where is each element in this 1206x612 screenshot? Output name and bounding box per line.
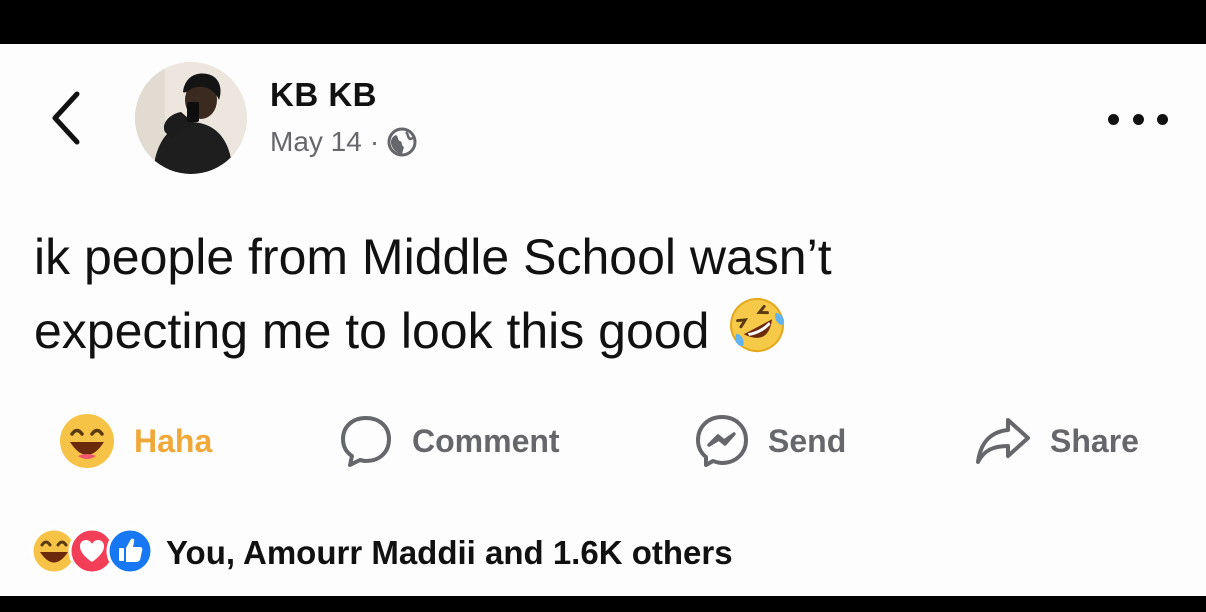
more-dot-icon — [1157, 113, 1168, 125]
share-button[interactable]: Share — [974, 410, 1139, 472]
chevron-left-icon — [52, 91, 80, 145]
reaction-icons — [30, 527, 154, 580]
post-text-line-1: ik people from Middle School wasn’t — [34, 229, 832, 285]
action-bar: Haha Comment Send Share — [0, 410, 1206, 472]
post-meta: May 14 · — [270, 126, 417, 158]
post-text-line-2-text: expecting me to look this good — [34, 303, 710, 359]
back-button[interactable] — [40, 88, 92, 148]
messenger-icon — [696, 415, 748, 467]
post-text-line-2: expecting me to look this good — [34, 294, 1034, 375]
rolling-on-floor-laughing-emoji-icon — [727, 295, 787, 375]
comment-button[interactable]: Comment — [338, 410, 560, 472]
haha-reaction-button[interactable]: Haha — [58, 410, 212, 472]
globe-icon — [387, 127, 417, 157]
send-label: Send — [768, 422, 847, 459]
reaction-summary-text[interactable]: You, Amourr Maddii and 1.6K others — [166, 534, 733, 572]
more-dot-icon — [1132, 113, 1144, 125]
post-date[interactable]: May 14 — [270, 126, 362, 158]
share-arrow-icon — [976, 418, 1030, 464]
comment-label: Comment — [412, 422, 560, 459]
haha-label: Haha — [134, 422, 213, 459]
like-icon — [106, 527, 154, 580]
more-options-button[interactable] — [1108, 104, 1168, 134]
send-button[interactable]: Send — [694, 410, 846, 472]
share-label: Share — [1050, 422, 1139, 459]
more-dot-icon — [1108, 113, 1119, 125]
reaction-summary[interactable]: You, Amourr Maddii and 1.6K others — [30, 520, 733, 586]
comment-icon — [341, 416, 391, 467]
author-name[interactable]: KB KB — [270, 76, 377, 114]
haha-icon — [60, 414, 114, 468]
post-text: ik people from Middle School wasn’t expe… — [34, 220, 1034, 375]
meta-separator: · — [369, 126, 380, 157]
avatar[interactable] — [135, 62, 247, 174]
